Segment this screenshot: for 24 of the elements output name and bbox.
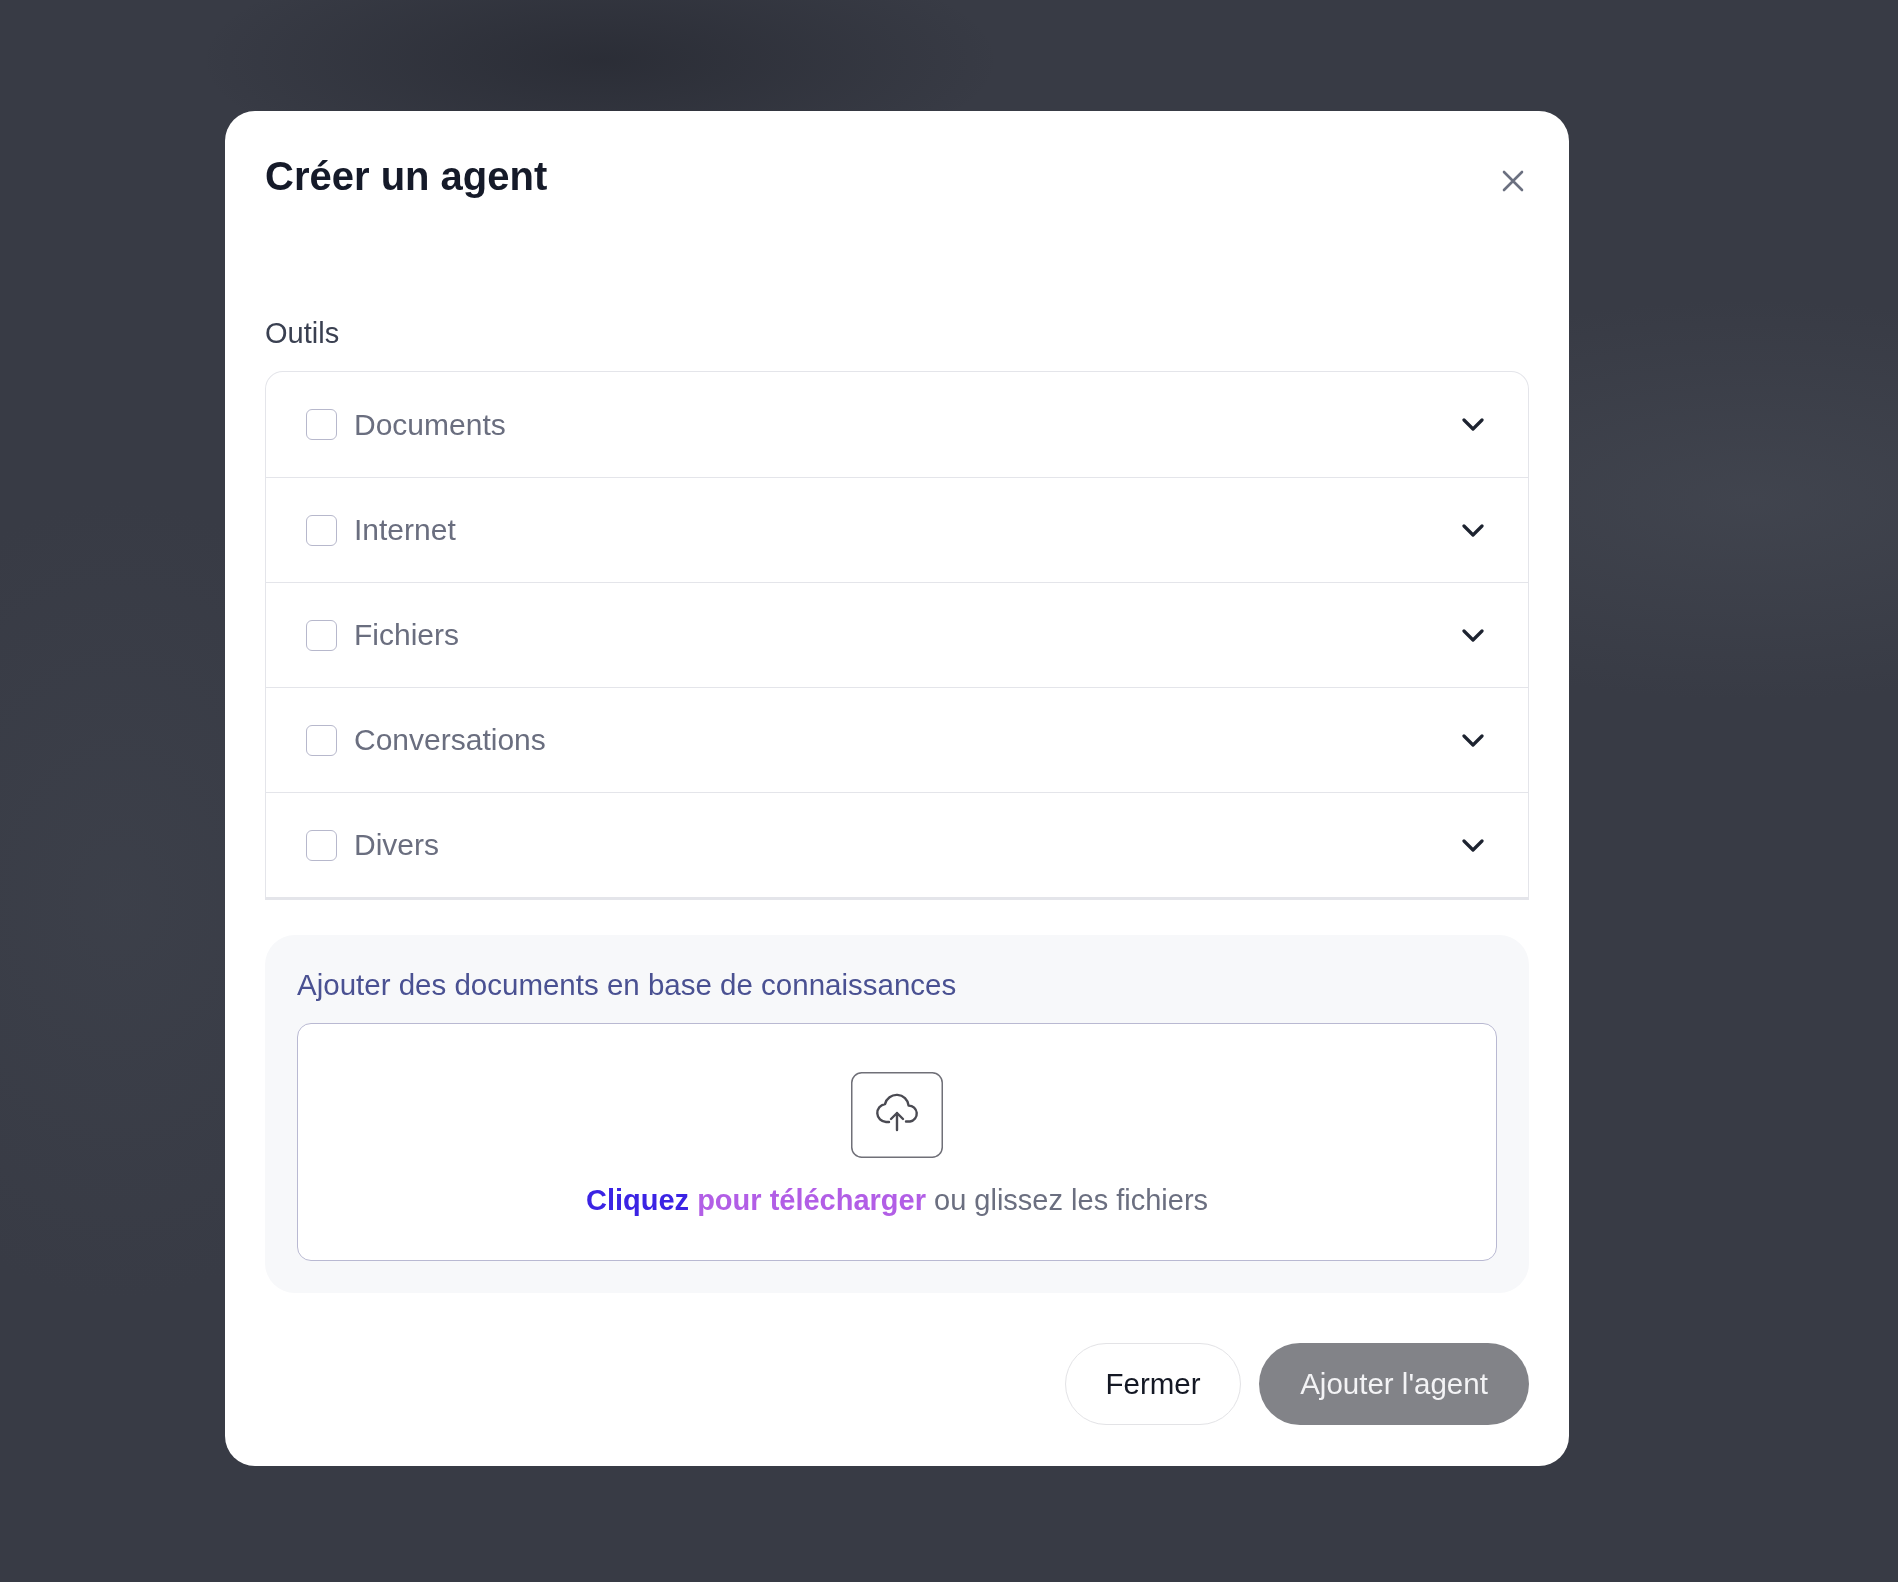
- chevron-down-icon[interactable]: [1462, 838, 1484, 852]
- tool-label: Fichiers: [354, 618, 459, 652]
- checkbox[interactable]: [306, 619, 337, 651]
- tool-label: Internet: [354, 513, 456, 547]
- chevron-down-icon[interactable]: [1462, 733, 1484, 747]
- dialog-title: Créer un agent: [265, 153, 548, 200]
- tool-label: Conversations: [354, 723, 546, 757]
- chevron-down-icon[interactable]: [1462, 418, 1484, 431]
- checkbox[interactable]: [306, 724, 337, 756]
- tool-label: Documents: [354, 407, 506, 442]
- chevron-down-icon[interactable]: [1462, 628, 1484, 642]
- chevron-down-icon[interactable]: [1462, 523, 1484, 537]
- dropzone-field[interactable]: Cliquez pour télécharger ou glissez les fichiers: [297, 1023, 1497, 1261]
- tools-label: Outils: [265, 317, 340, 349]
- upload-title: Ajouter des documents en base de connaissances: [297, 968, 957, 1001]
- checkbox[interactable]: [306, 514, 337, 546]
- tool-label: Divers: [354, 828, 439, 862]
- upload-link[interactable]: Cliquez pour télécharger: [585, 1184, 926, 1216]
- checkbox[interactable]: [306, 409, 337, 440]
- close-button[interactable]: Fermer: [1065, 1343, 1241, 1425]
- checkbox[interactable]: [306, 829, 337, 861]
- upload-hint-text: Cliquez pour télécharger ou glissez les fichiers: [585, 1183, 1209, 1218]
- close-icon[interactable]: [1501, 169, 1525, 193]
- cloud-upload-icon[interactable]: [851, 1072, 943, 1158]
